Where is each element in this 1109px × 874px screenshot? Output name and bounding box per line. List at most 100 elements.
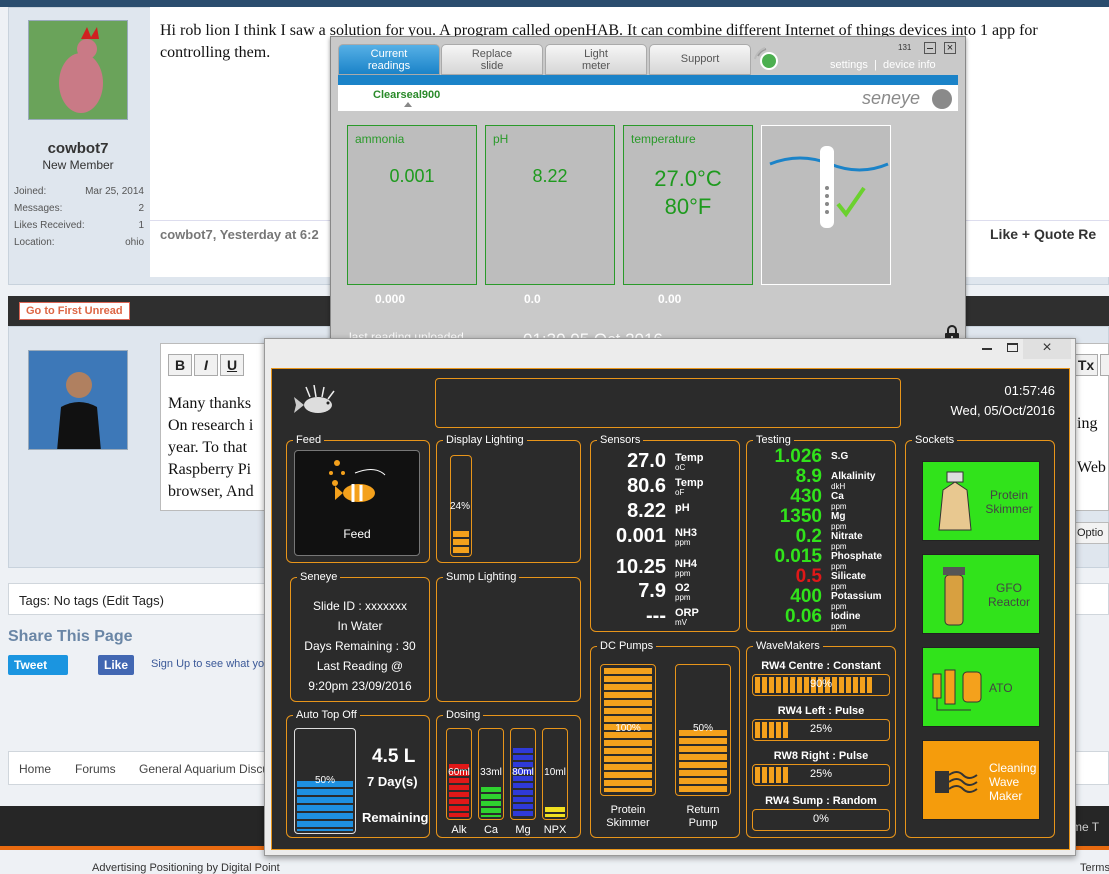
wavemaker-bar[interactable]: 25% bbox=[752, 719, 890, 741]
ph-label: pH bbox=[493, 132, 509, 146]
ato-fill bbox=[297, 781, 353, 831]
reef-maximize-icon[interactable] bbox=[1007, 343, 1018, 352]
dosing-bar-mg[interactable]: 80ml bbox=[510, 728, 536, 820]
settings-link[interactable]: settings bbox=[830, 59, 868, 71]
test-unit: ppm bbox=[831, 582, 847, 591]
pump-pct: 100% bbox=[615, 723, 641, 734]
test-name: Alkalinity bbox=[831, 471, 876, 482]
socket-gfo-reactor[interactable]: GFO Reactor bbox=[922, 554, 1040, 634]
socket-protein-skimmer[interactable]: Protein Skimmer bbox=[922, 461, 1040, 541]
bold-button[interactable]: B bbox=[168, 354, 192, 376]
device-info-link[interactable]: device info bbox=[883, 59, 936, 71]
ph-panel[interactable]: pH 8.22 bbox=[485, 125, 615, 285]
sensor-unit: ppm bbox=[675, 538, 691, 547]
wavemaker-bar[interactable]: 25% bbox=[752, 764, 890, 786]
seneye-links[interactable]: settings | device info bbox=[830, 59, 936, 71]
footer-links[interactable]: me T bbox=[1072, 820, 1099, 834]
post-actions[interactable]: Like + Quote Re bbox=[990, 226, 1096, 242]
ammonia-panel[interactable]: ammonia 0.001 bbox=[347, 125, 477, 285]
test-unit: dkH bbox=[831, 482, 846, 491]
avatar[interactable] bbox=[28, 20, 128, 120]
pump-label: Protein Skimmer bbox=[606, 804, 650, 829]
dosing-label: Alk bbox=[451, 824, 467, 836]
reef-minimize-icon[interactable] bbox=[982, 348, 992, 350]
fb-like-button[interactable]: Like bbox=[98, 655, 135, 675]
fb-signup-text[interactable]: Sign Up to see what yo bbox=[151, 658, 264, 670]
sensor-value: 80.6 bbox=[627, 475, 666, 497]
pump-bar[interactable]: 100% bbox=[600, 664, 656, 796]
italic-button[interactable]: I bbox=[194, 354, 218, 376]
dosing-bar-alk[interactable]: 60ml bbox=[446, 728, 472, 820]
test-value: 1350 bbox=[779, 506, 822, 527]
display-lighting-bar[interactable]: 24% bbox=[450, 455, 472, 557]
socket-cleaning-wave-maker[interactable]: Cleaning Wave Maker bbox=[922, 740, 1040, 820]
feed-title: Feed bbox=[293, 433, 325, 447]
display-lighting-title: Display Lighting bbox=[443, 433, 527, 447]
sensor-value: 7.9 bbox=[638, 580, 666, 602]
tab-support[interactable]: Support bbox=[649, 44, 751, 75]
device-name[interactable]: Clearseal900 bbox=[373, 89, 440, 101]
reply-avatar[interactable] bbox=[28, 350, 128, 450]
ato-litres: 4.5 L bbox=[372, 746, 416, 767]
wavemaker-name: RW4 Sump : Random bbox=[765, 795, 877, 807]
dosing-label: Ca bbox=[483, 824, 499, 836]
reef-close-icon[interactable]: × bbox=[1023, 339, 1071, 359]
feed-button[interactable]: Feed bbox=[294, 450, 420, 556]
dosing-fill bbox=[545, 806, 565, 817]
top-bar bbox=[0, 0, 1109, 7]
underline-button[interactable]: U bbox=[220, 354, 244, 376]
sensor-unit: ppm bbox=[675, 593, 691, 602]
minimize-icon[interactable] bbox=[924, 42, 936, 54]
socket-ato[interactable]: ATO bbox=[922, 647, 1040, 727]
wavemaker-bar[interactable]: 0% bbox=[752, 809, 890, 831]
dosing-label: Mg bbox=[515, 824, 531, 836]
temperature-panel[interactable]: temperature 27.0°C 80°F bbox=[623, 125, 753, 285]
slide-status-panel[interactable] bbox=[761, 125, 891, 285]
tab-replace-slide[interactable]: Replace slide bbox=[441, 44, 543, 75]
clear-format-button[interactable]: Tx bbox=[1074, 354, 1098, 376]
sensor-unit: mV bbox=[675, 618, 687, 627]
footer-terms-link[interactable]: Terms bbox=[1080, 862, 1109, 874]
test-unit: ppm bbox=[831, 502, 847, 511]
tweet-button[interactable]: Tweet bbox=[8, 655, 68, 675]
dosing-fill bbox=[513, 748, 533, 817]
breadcrumb-general[interactable]: General Aquarium Discus bbox=[139, 762, 275, 776]
ato-remaining: Remaining bbox=[362, 810, 429, 825]
breadcrumb-forums[interactable]: Forums bbox=[75, 762, 116, 776]
dc-pumps-title: DC Pumps bbox=[597, 639, 657, 653]
tab-current-readings[interactable]: Current readings bbox=[338, 44, 440, 75]
go-first-unread-button[interactable]: Go to First Unread bbox=[19, 302, 130, 320]
seneye-blue-bar bbox=[338, 75, 958, 85]
stat-messages: Messages: 2 bbox=[14, 203, 144, 214]
wavemakers-title: WaveMakers bbox=[753, 639, 823, 653]
sump-lighting-title: Sump Lighting bbox=[443, 570, 520, 584]
ato-tank[interactable]: 50% bbox=[294, 728, 356, 834]
wavemaker-pct: 25% bbox=[809, 723, 833, 735]
wavemaker-bar[interactable]: 90% bbox=[752, 674, 890, 696]
editor-text-right-1: ing bbox=[1077, 415, 1098, 432]
ato-days: 7 Day(s) bbox=[367, 774, 418, 789]
slide-ok-icon bbox=[769, 146, 889, 228]
sensor-value: 27.0 bbox=[627, 450, 666, 472]
stat-likes: Likes Received: 1 bbox=[14, 220, 144, 231]
more-options-button[interactable]: Optio bbox=[1074, 522, 1109, 544]
temperature-f-value: 80°F bbox=[664, 194, 712, 219]
post-byline[interactable]: cowbot7, Yesterday at 6:2 bbox=[160, 227, 319, 242]
wavemaker-pct: 25% bbox=[809, 768, 833, 780]
toolbar-edge[interactable] bbox=[1100, 354, 1109, 376]
test-name: Iodine bbox=[831, 611, 861, 622]
pump-bar[interactable]: 50% bbox=[675, 664, 731, 796]
wavemaker-name: RW8 Right : Pulse bbox=[773, 750, 869, 762]
breadcrumb-home[interactable]: Home bbox=[19, 762, 51, 776]
dosing-bar-ca[interactable]: 33ml bbox=[478, 728, 504, 820]
close-icon[interactable]: × bbox=[944, 42, 956, 54]
clock-date: Wed, 05/Oct/2016 bbox=[950, 403, 1055, 418]
dosing-bar-npx[interactable]: 10ml bbox=[542, 728, 568, 820]
test-unit: ppm bbox=[831, 622, 847, 631]
test-name: Phosphate bbox=[831, 551, 883, 562]
test-value: 0.06 bbox=[785, 606, 822, 627]
sensor-unit: oC bbox=[675, 463, 686, 472]
username[interactable]: cowbot7 bbox=[10, 140, 146, 157]
test-unit: ppm bbox=[831, 542, 847, 551]
tab-light-meter[interactable]: Light meter bbox=[545, 44, 647, 75]
